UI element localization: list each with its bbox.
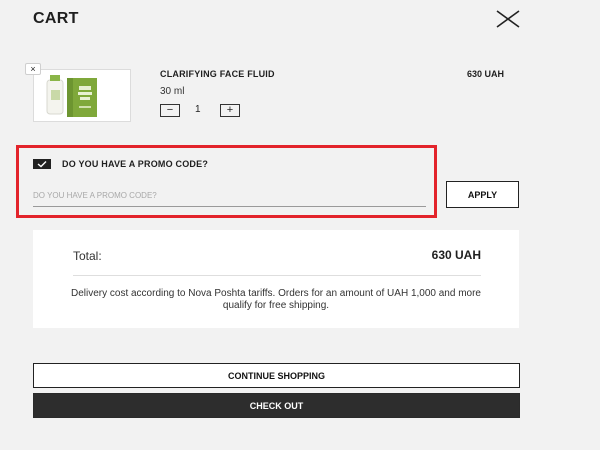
remove-item-icon[interactable]: × — [25, 63, 41, 75]
delivery-note: Delivery cost according to Nova Poshta t… — [70, 288, 481, 311]
promo-highlight-frame — [16, 145, 437, 218]
product-volume: 30 ml — [160, 86, 185, 97]
close-icon[interactable] — [494, 8, 522, 30]
product-name[interactable]: CLARIFYING FACE FLUID — [160, 69, 275, 79]
product-image-graphic — [46, 75, 97, 117]
promo-checkbox-label[interactable]: DO YOU HAVE A PROMO CODE? — [62, 159, 208, 169]
quantity-value: 1 — [195, 104, 201, 115]
cart-title: CART — [33, 10, 79, 27]
summary-divider — [73, 275, 481, 276]
continue-shopping-button[interactable]: CONTINUE SHOPPING — [33, 363, 520, 388]
promo-checkbox[interactable] — [33, 159, 51, 169]
checkout-button[interactable]: CHECK OUT — [33, 393, 520, 418]
order-summary: Total: 630 UAH Delivery cost according t… — [33, 230, 519, 328]
quantity-increase-button[interactable]: + — [220, 104, 240, 117]
apply-promo-button[interactable]: APPLY — [446, 181, 519, 208]
total-label: Total: — [73, 249, 102, 263]
checkmark-icon — [37, 161, 47, 168]
promo-code-input[interactable] — [33, 185, 426, 207]
product-price: 630 UAH — [467, 69, 505, 79]
product-image[interactable] — [33, 69, 131, 122]
quantity-decrease-button[interactable]: − — [160, 104, 180, 117]
total-value: 630 UAH — [431, 248, 481, 262]
